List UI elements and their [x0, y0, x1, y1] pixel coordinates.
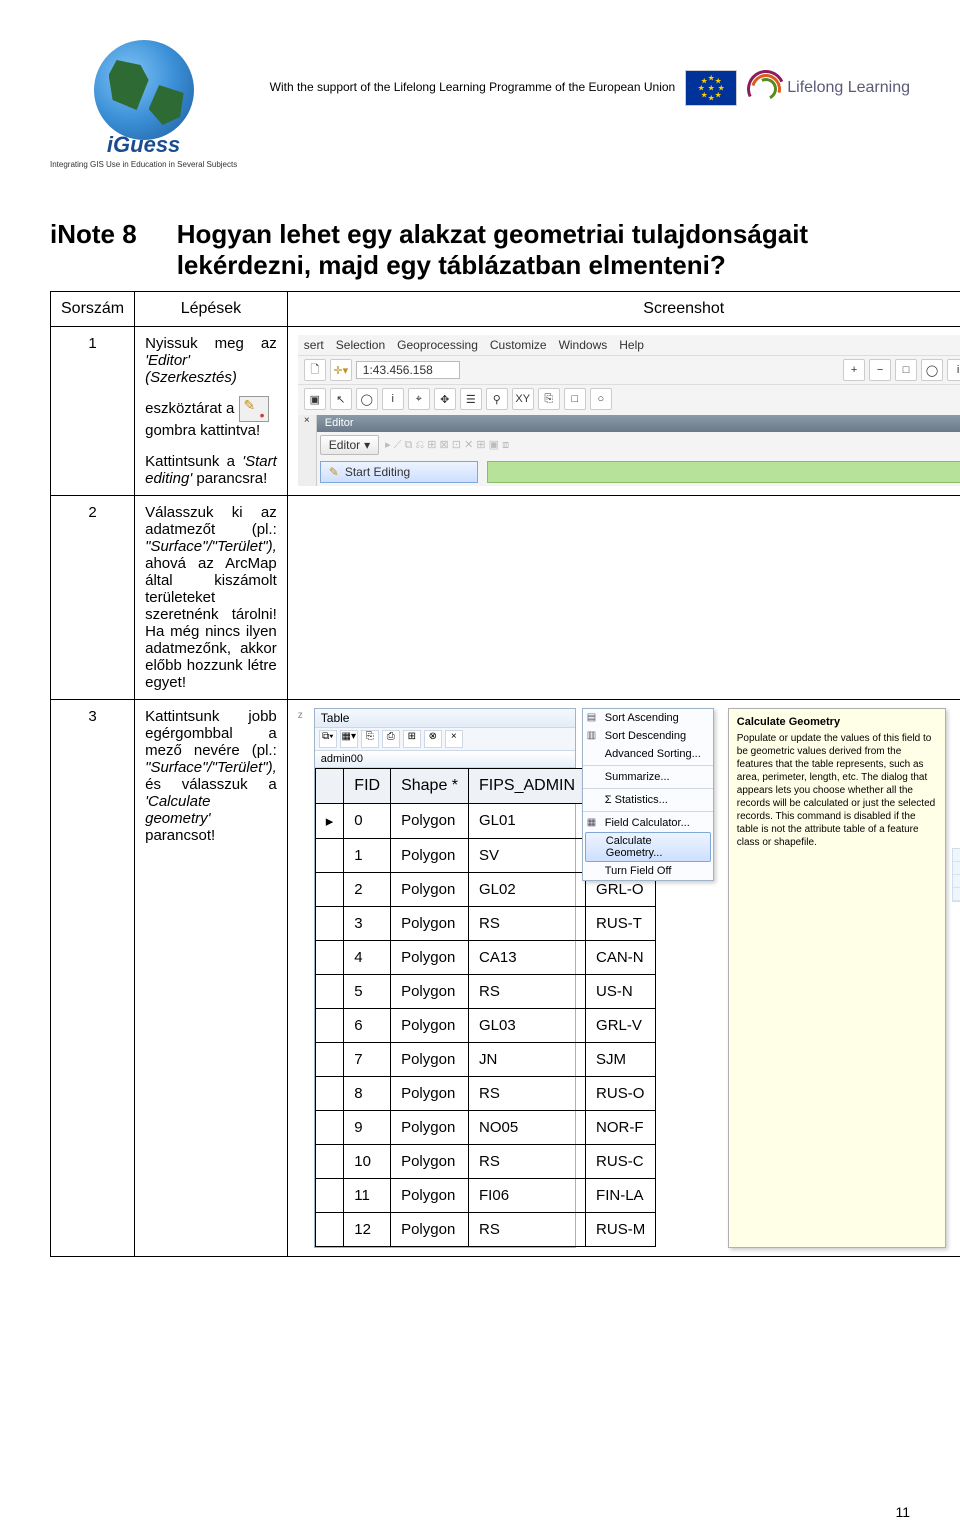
tooltip-title: Calculate Geometry — [737, 715, 937, 729]
table-row: 2 Válasszuk ki az adatmezőt (pl.: "Surfa… — [51, 496, 960, 700]
toolbar-icon[interactable]: ⊗ — [424, 730, 442, 748]
arcmap-toolbar-2: ▣ ↖ ◯ i ⌖ ✥ ☰ ⚲ XY ⎘ □ ○ — [298, 384, 960, 413]
arcmap-table-screenshot: z Table ⧉▾ ▦▾ ⎘ ⎙ ⊞ ⊗ × admin00 — [298, 708, 960, 1248]
step-screenshot — [287, 496, 960, 700]
menu-item[interactable]: sert — [304, 338, 324, 352]
pencil-icon: ✎ — [329, 465, 339, 479]
editor-toolbar-icon — [239, 396, 269, 422]
arcmap-menu-bar: sert Selection Geoprocessing Customize W… — [298, 335, 960, 355]
context-menu-item[interactable]: Summarize... — [583, 768, 713, 786]
start-editing-menu-item[interactable]: ✎ Start Editing — [320, 461, 478, 483]
header-right: With the support of the Lifelong Learnin… — [270, 40, 910, 106]
right-code-strip: RS FI RS DE — [952, 848, 960, 902]
toolbar-icon[interactable]: ⎘ — [361, 730, 379, 748]
toolbar-icon[interactable]: XY — [512, 388, 534, 410]
scale-input[interactable]: 1:43.456.158 — [356, 361, 460, 379]
panel-title: Table — [315, 709, 575, 728]
editor-toolbar-placeholder: ▸ ⟋ ⧉ ⎌ ⊞ ⊠ ⊡ ✕ ⊞ ▣ ⧈ — [385, 438, 509, 452]
col-screenshot: Screenshot — [287, 292, 960, 327]
context-menu-item[interactable]: Turn Field Off — [583, 862, 713, 880]
eu-flag-icon — [685, 70, 737, 106]
editor-panel-title: Editor ▾ × — [317, 415, 960, 432]
menu-item[interactable]: Windows — [559, 338, 608, 352]
context-menu-item[interactable]: Advanced Sorting... — [583, 745, 713, 763]
toolbar-icon[interactable]: ▣ — [304, 388, 326, 410]
context-menu-item[interactable]: Calculate Geometry... — [585, 832, 711, 862]
menu-item[interactable]: Geoprocessing — [397, 338, 478, 352]
llp-arcs-icon — [747, 70, 783, 106]
step-text: Válasszuk ki az adatmezőt (pl.: "Surface… — [135, 496, 288, 700]
llp-logo: Lifelong Learning — [747, 70, 910, 106]
step-screenshot: sert Selection Geoprocessing Customize W… — [287, 327, 960, 496]
toolbar-icon[interactable]: + — [843, 359, 865, 381]
page-number: 11 — [895, 1504, 910, 1520]
toolbar-icon[interactable]: ⚲ — [486, 388, 508, 410]
arcmap-toolbar-1: 🗋 ✛▾ 1:43.456.158 + − □ ◯ i ⌖ ≡ admin — [298, 355, 960, 384]
editor-dropdown-button[interactable]: Editor▾ — [320, 435, 379, 455]
col-lepesek: Lépések — [135, 292, 288, 327]
map-preview — [487, 461, 960, 483]
toolbar-icon[interactable]: ⊞ — [403, 730, 421, 748]
toolbar-icon[interactable]: ☰ — [460, 388, 482, 410]
toolbar-icon[interactable]: ✛▾ — [330, 359, 352, 381]
table-tab[interactable]: admin00 — [315, 751, 575, 768]
context-menu-item[interactable]: Sort Ascending — [583, 709, 713, 727]
toolbar-icon[interactable]: ✥ — [434, 388, 456, 410]
attribute-table-panel: Table ⧉▾ ▦▾ ⎘ ⎙ ⊞ ⊗ × admin00 — [314, 708, 576, 1248]
step-number: 2 — [51, 496, 135, 700]
toolbar-icon[interactable]: □ — [564, 388, 586, 410]
menu-item[interactable]: Selection — [336, 338, 385, 352]
toolbar-icon[interactable]: − — [869, 359, 891, 381]
toolbar-icon[interactable]: ◯ — [921, 359, 943, 381]
page-header: iGuess Integrating GIS Use in Education … — [50, 40, 910, 169]
toolbar-icon[interactable]: ↖ — [330, 388, 352, 410]
toolbar-icon[interactable]: ⌖ — [408, 388, 430, 410]
context-menu: Sort AscendingSort DescendingAdvanced So… — [582, 708, 714, 881]
table-row: 3 Kattintsunk jobb egérgombbal a mező ne… — [51, 700, 960, 1257]
step-number: 1 — [51, 327, 135, 496]
globe-icon — [94, 40, 194, 140]
toolbar-icon[interactable]: ▦▾ — [340, 730, 358, 748]
context-menu-item[interactable]: Field Calculator... — [583, 814, 713, 832]
step-screenshot: z Table ⧉▾ ▦▾ ⎘ ⎙ ⊞ ⊗ × admin00 — [287, 700, 960, 1257]
step-text: Nyissuk meg az 'Editor' (Szerkesztés) es… — [135, 327, 288, 496]
steps-table: Sorszám Lépések Screenshot 1 Nyissuk meg… — [50, 291, 960, 1257]
toolbar-icon[interactable]: □ — [895, 359, 917, 381]
toolbar-icon[interactable]: ◯ — [356, 388, 378, 410]
inote-label: iNote 8 — [50, 219, 137, 281]
section-heading: Hogyan lehet egy alakzat geometriai tula… — [177, 219, 910, 281]
context-menu-item[interactable]: Sort Descending — [583, 727, 713, 745]
llp-logo-text: Lifelong Learning — [787, 80, 910, 96]
toolbar-icon[interactable]: 🗋 — [304, 359, 326, 381]
toolbar-icon[interactable]: ⧉▾ — [319, 730, 337, 748]
calculate-geometry-tooltip: Calculate Geometry Populate or update th… — [728, 708, 946, 1248]
toolbar-icon[interactable]: i — [947, 359, 960, 381]
toolbar-icon[interactable]: × — [445, 730, 463, 748]
iguess-logo-subtitle: Integrating GIS Use in Education in Seve… — [50, 160, 237, 169]
menu-item[interactable]: Customize — [490, 338, 547, 352]
toolbar-icon[interactable]: ⎘ — [538, 388, 560, 410]
toolbar-icon[interactable]: ⎙ — [382, 730, 400, 748]
section-title: iNote 8 Hogyan lehet egy alakzat geometr… — [50, 219, 910, 281]
arcmap-screenshot: sert Selection Geoprocessing Customize W… — [298, 335, 960, 486]
menu-item[interactable]: Help — [619, 338, 644, 352]
iguess-logo: iGuess Integrating GIS Use in Education … — [50, 40, 237, 169]
step-text: Kattintsunk jobb egérgombbal a mező nevé… — [135, 700, 288, 1257]
tooltip-body: Populate or update the values of this fi… — [737, 732, 937, 849]
table-toolbar: ⧉▾ ▦▾ ⎘ ⎙ ⊞ ⊗ × — [315, 728, 575, 751]
table-row: 1 Nyissuk meg az 'Editor' (Szerkesztés) … — [51, 327, 960, 496]
step-number: 3 — [51, 700, 135, 1257]
col-sorszam: Sorszám — [51, 292, 135, 327]
toolbar-icon[interactable]: ○ — [590, 388, 612, 410]
toolbar-icon[interactable]: i — [382, 388, 404, 410]
context-menu-item[interactable]: Σ Statistics... — [583, 791, 713, 809]
llp-support-text: With the support of the Lifelong Learnin… — [270, 80, 676, 96]
